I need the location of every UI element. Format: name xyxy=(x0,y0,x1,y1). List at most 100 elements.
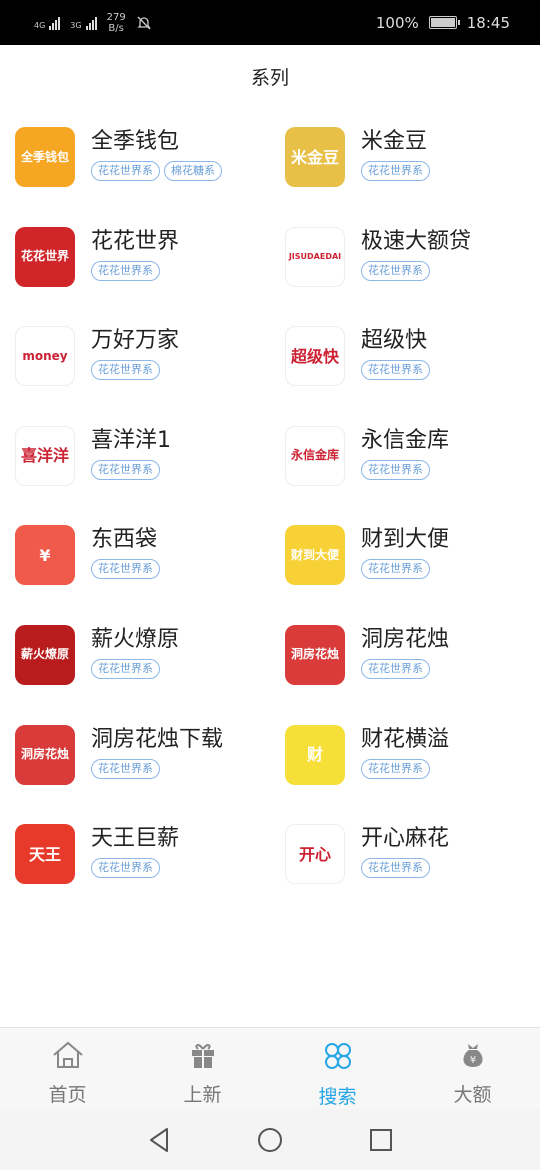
app-icon-label: 洞房花烛 xyxy=(20,747,69,762)
app-tags: 花花世界系 xyxy=(361,858,449,879)
calligraphy-icon: 薪火燎原 xyxy=(15,624,75,685)
house-money-icon: money xyxy=(15,326,75,387)
money-bag-icon: ¥ xyxy=(458,1040,488,1074)
app-list-item[interactable]: money 万好万家 花花世界系 xyxy=(0,306,270,406)
app-name: 永信金库 xyxy=(361,427,450,453)
app-name: 开心麻花 xyxy=(361,826,450,852)
app-name: 天王巨薪 xyxy=(91,826,180,852)
series-tag[interactable]: 花花世界系 xyxy=(361,459,430,480)
bottom-tab-bar: 首页 上新 搜索 ¥ 大额 xyxy=(0,1027,540,1109)
series-tag[interactable]: 花花世界系 xyxy=(91,161,160,181)
app-list-item[interactable]: 全季钱包 全季钱包 花花世界系 棉花糖系 xyxy=(0,107,270,207)
app-info: 东西袋 花花世界系 xyxy=(91,525,160,580)
system-nav-bar xyxy=(0,1109,540,1170)
tab-home[interactable]: 首页 xyxy=(0,1028,135,1109)
app-list-item[interactable]: ¥ 东西袋 花花世界系 xyxy=(0,505,270,605)
app-grid: 全季钱包 全季钱包 花花世界系 棉花糖系 米金豆 米金豆 花花世界系 花花世界 花花世界 花花世界… xyxy=(0,107,540,904)
app-list-item[interactable]: 薪火燎原 薪火燎原 花花世界系 xyxy=(0,605,270,705)
app-info: 天王巨薪 花花世界系 xyxy=(91,824,180,879)
app-info: 财花横溢 花花世界系 xyxy=(361,725,449,779)
app-tags: 花花世界系 xyxy=(91,858,179,879)
app-row: 洞房花烛 洞房花烛下载花花世界系 财 财花横溢 花花世界系 xyxy=(0,705,540,805)
app-list-item[interactable]: 喜洋洋 喜洋洋1 花花世界系 xyxy=(0,406,270,506)
app-info: 米金豆 花花世界系 xyxy=(361,127,430,181)
series-tag[interactable]: 花花世界系 xyxy=(361,658,430,679)
recents-button[interactable] xyxy=(369,1128,393,1152)
app-tags: 花花世界系 棉花糖系 xyxy=(91,161,222,181)
series-tag[interactable]: 花花世界系 xyxy=(91,658,160,679)
car-cartoon-icon: 天王 xyxy=(15,824,75,885)
series-tag[interactable]: 花花世界系 xyxy=(91,559,160,580)
network-type-sim1: 4G xyxy=(34,20,46,30)
app-tags: 花花世界系 xyxy=(91,559,160,580)
series-tag[interactable]: 花花世界系 xyxy=(91,360,160,381)
series-tag[interactable]: 花花世界系 xyxy=(361,161,430,181)
speed-value: 279 xyxy=(106,11,126,23)
app-list-item[interactable]: 花花世界 花花世界 花花世界系 xyxy=(0,207,270,307)
app-list-item[interactable]: 永信金库 永信金库 花花世界系 xyxy=(270,406,540,506)
sheep-icon: 喜洋洋 xyxy=(15,425,75,486)
app-icon-label: 洞房花烛 xyxy=(290,647,339,662)
app-tags: 花花世界系 xyxy=(361,559,449,580)
app-list-item[interactable]: 米金豆 米金豆 花花世界系 xyxy=(270,107,540,207)
app-icon-label: 喜洋洋 xyxy=(20,446,69,466)
app-name: 米金豆 xyxy=(361,129,428,154)
network-speed: 279 B/s xyxy=(107,12,126,34)
wallet-icon: 全季钱包 xyxy=(15,127,75,187)
wedding-icon: 洞房花烛 xyxy=(15,724,75,785)
app-list-item[interactable]: 洞房花烛 洞房花烛下载花花世界系 xyxy=(0,705,270,805)
battery-percent: 100% xyxy=(375,13,419,32)
series-tag[interactable]: 花花世界系 xyxy=(91,260,160,281)
app-icon-label: 财 xyxy=(306,745,323,765)
signal-sim2: 3G xyxy=(70,16,97,30)
app-list-item[interactable]: 财到大便 财到大便 花花世界系 xyxy=(270,505,540,605)
app-tags: 花花世界系 xyxy=(91,360,179,381)
status-bar: 4G 3G 279 B/s 100% 18:45 xyxy=(0,0,540,45)
app-list-item[interactable]: 天王 天王巨薪花花世界系 xyxy=(0,804,270,904)
page-header: 系列 xyxy=(0,45,540,107)
app-list-item[interactable]: 超级快 超级快 花花世界系 xyxy=(270,306,540,406)
app-tags: 花花世界系 xyxy=(91,658,179,679)
series-tag[interactable]: 花花世界系 xyxy=(361,758,430,779)
series-tag[interactable]: 花花世界系 xyxy=(91,858,160,879)
tab-label: 上新 xyxy=(183,1084,222,1106)
couple-icon: 花花世界 xyxy=(15,226,75,287)
app-list-item[interactable]: 开心 开心麻花 花花世界系 xyxy=(270,804,540,904)
app-list-item[interactable]: 洞房花烛 洞房花烛 花花世界系 xyxy=(270,605,540,705)
app-icon-label: 永信金库 xyxy=(290,448,339,463)
series-tag[interactable]: 花花世界系 xyxy=(361,360,430,381)
series-tag[interactable]: 花花世界系 xyxy=(91,758,160,779)
app-name: 财到大便 xyxy=(361,527,450,553)
app-name: 喜洋洋1 xyxy=(91,427,171,453)
series-tag[interactable]: 花花世界系 xyxy=(361,858,430,879)
app-info: 财到大便 花花世界系 xyxy=(361,525,450,580)
app-icon-label: 花花世界 xyxy=(20,249,69,264)
home-button[interactable] xyxy=(257,1127,283,1153)
app-row: 喜洋洋 喜洋洋1 花花世界系 永信金库 永信金库 花花世界系 xyxy=(0,406,540,506)
series-tag[interactable]: 棉花糖系 xyxy=(164,161,222,181)
gift-icon xyxy=(188,1040,218,1074)
app-tags: 花花世界系 xyxy=(361,260,471,281)
app-list-item[interactable]: 财 财花横溢 花花世界系 xyxy=(270,705,540,805)
tab-money-bag[interactable]: ¥ 大额 xyxy=(405,1028,540,1109)
app-info: 全季钱包 花花世界系 棉花糖系 xyxy=(91,127,222,181)
tab-clover[interactable]: 搜索 xyxy=(270,1028,405,1109)
app-name: 超级快 xyxy=(361,328,428,354)
series-tag[interactable]: 花花世界系 xyxy=(91,459,160,480)
app-list-item[interactable]: JISUDAEDAI 极速大额贷 花花世界系 xyxy=(270,207,540,307)
tab-gift[interactable]: 上新 xyxy=(135,1028,270,1109)
gold-bean-icon: 米金豆 xyxy=(285,127,345,187)
series-tag[interactable]: 花花世界系 xyxy=(361,559,430,580)
app-tags: 花花世界系 xyxy=(91,459,171,480)
app-name: 花花世界 xyxy=(91,228,180,254)
app-icon-label: 天王 xyxy=(28,844,61,864)
app-name: 极速大额贷 xyxy=(361,228,472,254)
signal-icon xyxy=(49,16,61,30)
cai-character-icon: 财 xyxy=(285,724,345,785)
back-button[interactable] xyxy=(147,1127,171,1153)
app-info: 开心麻花 花花世界系 xyxy=(361,824,450,879)
app-name: 洞房花烛下载 xyxy=(91,726,224,752)
app-icon-label: 薪火燎原 xyxy=(20,647,69,662)
series-tag[interactable]: 花花世界系 xyxy=(361,260,430,281)
app-info: 洞房花烛下载花花世界系 xyxy=(91,725,223,779)
